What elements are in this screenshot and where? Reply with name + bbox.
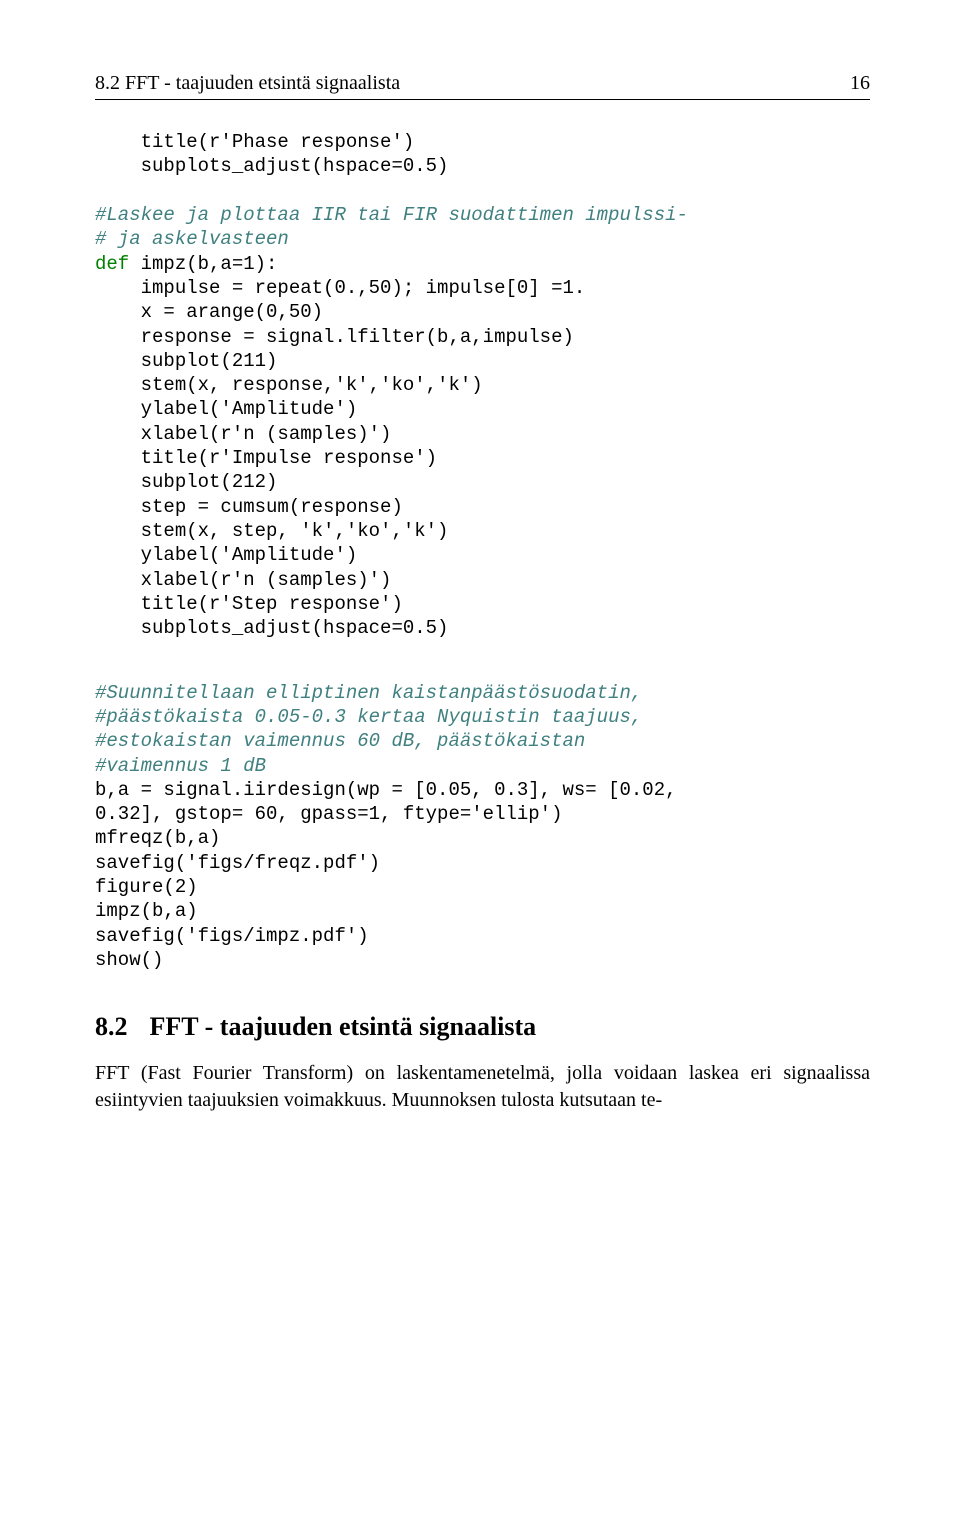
code-block-1: title(r'Phase response') subplots_adjust…	[95, 130, 870, 641]
comment: #vaimennus 1 dB	[95, 755, 266, 777]
body-paragraph: FFT (Fast Fourier Transform) on laskenta…	[95, 1060, 870, 1114]
code-block-2: #Suunnitellaan elliptinen kaistanpäästös…	[95, 681, 870, 973]
keyword-def: def	[95, 253, 129, 275]
comment: #päästökaista 0.05-0.3 kertaa Nyquistin …	[95, 706, 642, 728]
running-header: 8.2 FFT - taajuuden etsintä signaalista …	[95, 72, 870, 95]
comment: #Suunnitellaan elliptinen kaistanpäästös…	[95, 682, 642, 704]
header-page-number: 16	[850, 72, 870, 95]
comment: # ja askelvasteen	[95, 228, 289, 250]
comment: #Laskee ja plottaa IIR tai FIR suodattim…	[95, 204, 688, 226]
section-heading: 8.2 FFT - taajuuden etsintä signaalista	[95, 1012, 870, 1042]
header-left: 8.2 FFT - taajuuden etsintä signaalista	[95, 72, 400, 95]
header-rule	[95, 99, 870, 100]
comment: #estokaistan vaimennus 60 dB, päästökais…	[95, 730, 585, 752]
section-title: FFT - taajuuden etsintä signaalista	[150, 1012, 537, 1041]
section-number: 8.2	[95, 1012, 128, 1041]
